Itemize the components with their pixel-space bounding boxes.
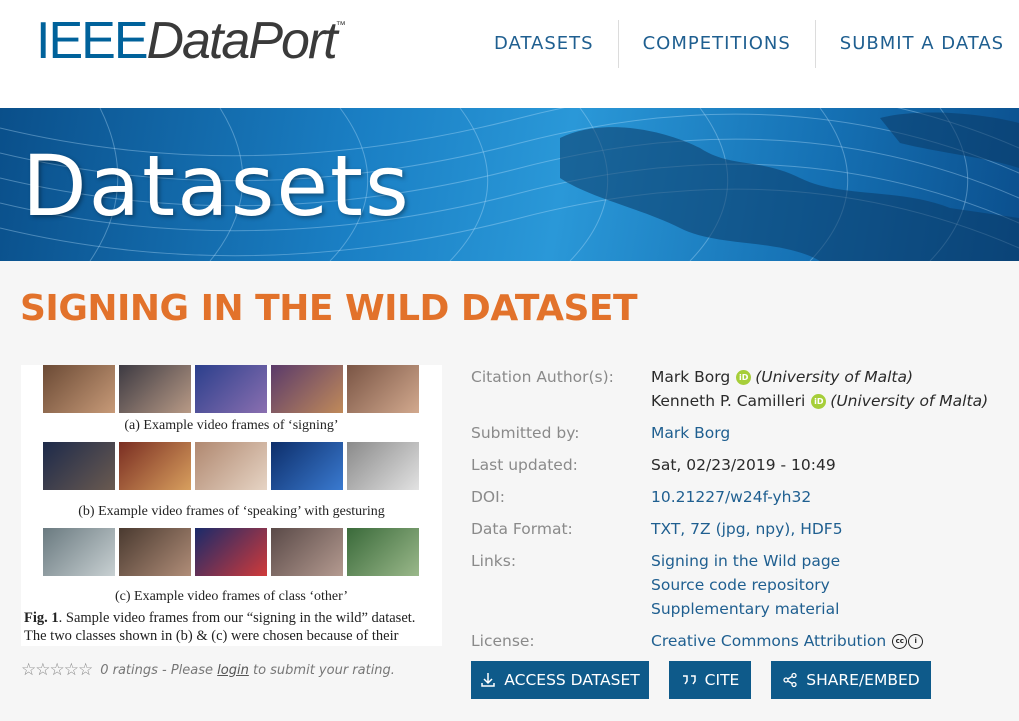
ieee-dataport-logo[interactable]: IEEE DataPort ™ [36,14,346,68]
video-frame [119,442,191,490]
orcid-icon[interactable]: iD [811,393,827,409]
cite-label: CITE [704,671,740,689]
orcid-icon[interactable]: iD [736,369,752,385]
share-embed-button[interactable]: SHARE/EMBED [771,661,931,699]
submitted-by-link[interactable]: Mark Borg [651,424,730,442]
video-frame [195,528,267,576]
cc-icon: cc [892,633,908,649]
submitted-by-label: Submitted by: [471,424,580,442]
dataset-title: SIGNING IN THE WILD DATASET [20,288,638,329]
other-frames-row [43,528,419,576]
share-icon [783,672,797,688]
caption-a: (a) Example video frames of ‘signing’ [124,418,339,433]
video-frame [271,528,343,576]
cc-by-icon: i [908,633,924,649]
author-row-1: Mark Borg iD (University of Malta) [651,368,913,386]
video-frame [347,442,419,490]
fig-line-1-text: . Sample video frames from our “signing … [58,610,416,626]
cite-button[interactable]: CITE [669,661,751,699]
video-frame [271,442,343,490]
rating-widget: ☆☆☆☆☆ 0 ratings - Please login to submit… [21,660,395,680]
video-frame [195,365,267,413]
nav-datasets[interactable]: DATASETS [470,20,619,68]
last-updated-label: Last updated: [471,456,578,474]
links-label: Links: [471,552,517,570]
format-txt-link[interactable]: TXT [651,520,680,538]
format-7z-link[interactable]: 7Z (jpg, npy) [690,520,790,538]
video-frame [43,528,115,576]
license-label: License: [471,632,535,650]
share-embed-label: SHARE/EMBED [806,671,920,689]
nav-competitions[interactable]: COMPETITIONS [619,20,816,68]
author-affiliation: (University of Malta) [755,368,914,386]
dataset-preview-image[interactable]: (a) Example video frames of ‘signing’ (b… [21,365,442,646]
link-source-code[interactable]: Source code repository [651,576,830,594]
author-name: Kenneth P. Camilleri [651,392,806,410]
author-affiliation: (University of Malta) [830,392,989,410]
doi-label: DOI: [471,488,505,506]
video-frame [119,528,191,576]
last-updated-value: Sat, 02/23/2019 - 10:49 [651,456,836,474]
video-frame [43,442,115,490]
main-nav: DATASETS COMPETITIONS SUBMIT A DATAS [470,20,1019,68]
authors-label: Citation Author(s): [471,368,614,386]
video-frame [347,528,419,576]
format-separator: , [680,520,691,538]
quote-icon [682,675,696,685]
rating-text: 0 ratings - Please login to submit your … [100,663,395,678]
rating-suffix: to submit your rating. [248,662,395,678]
nav-submit-dataset[interactable]: SUBMIT A DATAS [816,20,1019,68]
logo-ieee-text: IEEE [36,12,148,70]
video-frame [195,442,267,490]
logo-dataport-text: DataPort [146,12,338,70]
banner-title: Datasets [22,137,411,235]
author-row-2: Kenneth P. Camilleri iD (University of M… [651,392,988,410]
figure-caption-line-1: Fig. 1. Sample video frames from our “si… [24,610,415,627]
site-header: IEEE DataPort ™ DATASETS COMPETITIONS SU… [0,0,1019,108]
star-rating-icon[interactable]: ☆☆☆☆☆ [21,660,93,680]
author-name: Mark Borg [651,368,731,386]
signing-frames-row [43,365,419,413]
license-link[interactable]: Creative Commons Attribution [651,632,886,650]
datasets-banner: Datasets [0,108,1019,261]
cc-license-icons: cc i [892,633,924,649]
speaking-frames-row [43,442,419,490]
logo-trademark: ™ [335,20,346,31]
video-frame [43,365,115,413]
license-value: Creative Commons Attribution cc i [651,632,924,650]
login-link[interactable]: login [217,663,249,678]
fig-label: Fig. 1 [24,610,59,626]
format-hdf5-link[interactable]: HDF5 [800,520,842,538]
data-format-label: Data Format: [471,520,573,538]
format-separator: , [790,520,801,538]
figure-caption-line-2: The two classes shown in (b) & (c) were … [24,628,399,644]
link-supplementary[interactable]: Supplementary material [651,600,839,618]
caption-b: (b) Example video frames of ‘speaking’ w… [78,504,385,519]
data-format-values: TXT, 7Z (jpg, npy), HDF5 [651,520,843,538]
rating-count: 0 ratings - Please [100,662,218,678]
access-dataset-label: ACCESS DATASET [504,671,640,689]
link-signing-page[interactable]: Signing in the Wild page [651,552,840,570]
video-frame [119,365,191,413]
video-frame [347,365,419,413]
video-frame [271,365,343,413]
download-icon [481,673,496,687]
doi-link[interactable]: 10.21227/w24f-yh32 [651,488,811,506]
access-dataset-button[interactable]: ACCESS DATASET [471,661,649,699]
caption-c: (c) Example video frames of class ‘other… [115,589,348,604]
